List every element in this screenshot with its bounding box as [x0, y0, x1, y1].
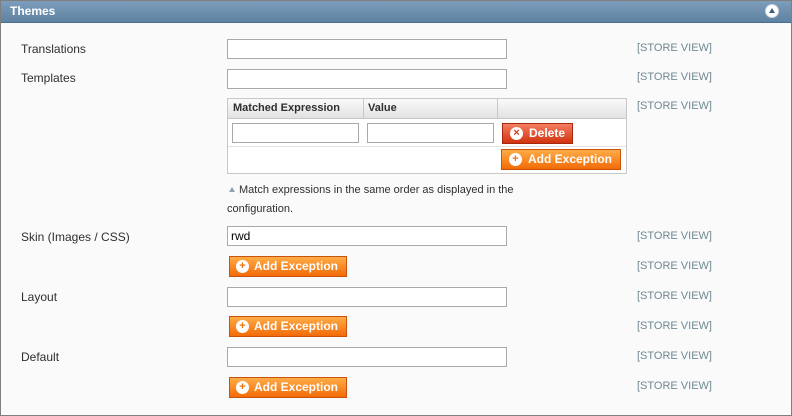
- plus-circle-icon: +: [509, 153, 522, 166]
- delete-button-label: Delete: [529, 126, 566, 140]
- plus-circle-icon: +: [236, 381, 249, 394]
- delete-button[interactable]: × Delete: [502, 123, 573, 144]
- templates-exceptions-grid: Matched Expression Value × Delete + Add …: [227, 98, 627, 174]
- skin-input[interactable]: [227, 226, 507, 246]
- default-label: Default: [21, 350, 60, 364]
- exception-note: Match expressions in the same order as d…: [227, 181, 517, 219]
- skin-add-exception-label: Add Exception: [254, 259, 339, 273]
- column-divider: [497, 99, 498, 118]
- default-add-scope: [STORE VIEW]: [637, 380, 712, 392]
- section-header[interactable]: Themes: [1, 1, 791, 23]
- default-add-exception-button[interactable]: + Add Exception: [229, 377, 347, 398]
- grid-header: Matched Expression Value: [228, 99, 626, 119]
- skin-add-scope: [STORE VIEW]: [637, 260, 712, 272]
- templates-exceptions-scope: [STORE VIEW]: [637, 100, 712, 112]
- default-scope: [STORE VIEW]: [637, 350, 712, 362]
- default-add-exception-label: Add Exception: [254, 380, 339, 394]
- templates-input[interactable]: [227, 69, 507, 89]
- plus-circle-icon: +: [236, 260, 249, 273]
- themes-panel: Themes Translations [STORE VIEW] Templat…: [0, 0, 792, 416]
- layout-scope: [STORE VIEW]: [637, 290, 712, 302]
- column-divider: [363, 99, 364, 118]
- collapse-up-icon[interactable]: [765, 4, 779, 18]
- grid-row-divider: [228, 146, 626, 147]
- default-input[interactable]: [227, 347, 507, 367]
- column-matched-expression: Matched Expression: [233, 102, 340, 114]
- matched-expression-input[interactable]: [232, 123, 359, 143]
- templates-label: Templates: [21, 71, 76, 85]
- translations-scope: [STORE VIEW]: [637, 42, 712, 54]
- layout-input[interactable]: [227, 287, 507, 307]
- translations-input[interactable]: [227, 39, 507, 59]
- skin-label: Skin (Images / CSS): [21, 230, 130, 244]
- add-exception-button[interactable]: + Add Exception: [501, 149, 621, 170]
- exception-value-input[interactable]: [367, 123, 494, 143]
- layout-add-exception-button[interactable]: + Add Exception: [229, 316, 347, 337]
- templates-scope: [STORE VIEW]: [637, 71, 712, 83]
- plus-circle-icon: +: [236, 320, 249, 333]
- layout-add-exception-label: Add Exception: [254, 319, 339, 333]
- section-title: Themes: [10, 4, 56, 18]
- translations-label: Translations: [21, 42, 86, 56]
- layout-add-scope: [STORE VIEW]: [637, 320, 712, 332]
- triangle-up-icon: [229, 187, 235, 192]
- skin-add-exception-button[interactable]: + Add Exception: [229, 256, 347, 277]
- layout-label: Layout: [21, 290, 58, 304]
- exception-note-text: Match expressions in the same order as d…: [227, 184, 514, 215]
- delete-x-icon: ×: [510, 127, 523, 140]
- column-value: Value: [368, 102, 397, 114]
- skin-scope: [STORE VIEW]: [637, 230, 712, 242]
- add-exception-label: Add Exception: [528, 152, 613, 166]
